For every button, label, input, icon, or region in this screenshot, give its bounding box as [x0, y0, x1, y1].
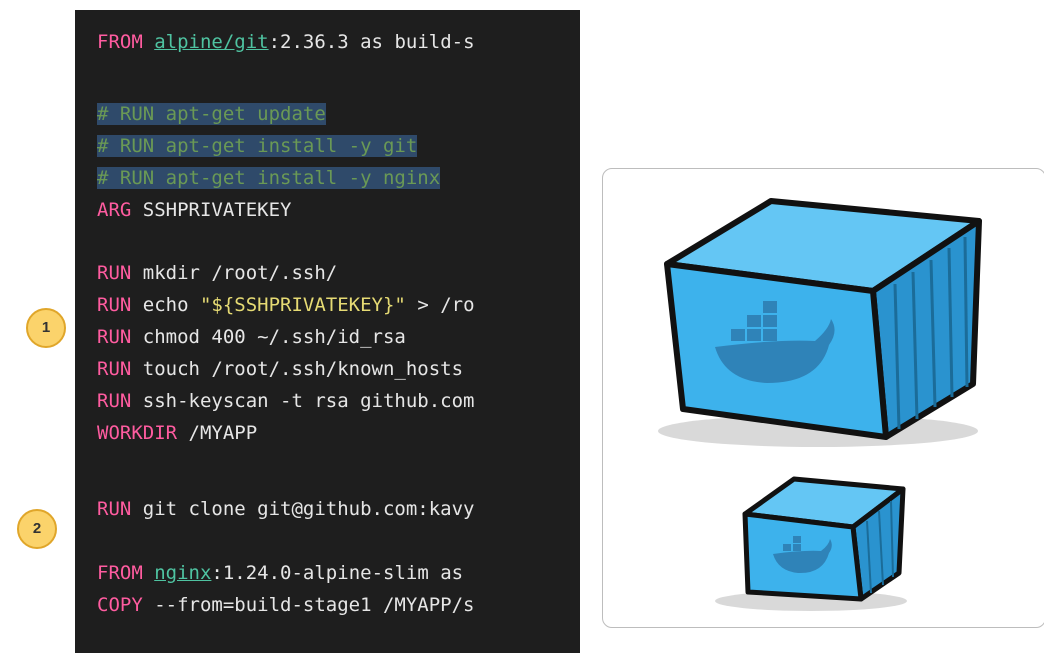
step-badge-2: 2 [17, 509, 57, 549]
code-token: RUN [97, 294, 132, 316]
code-token: FROM [97, 562, 143, 584]
code-line: FROM alpine/git:2.36.3 as build-s [97, 27, 475, 57]
code-token: /MYAPP [177, 422, 258, 444]
code-line: RUN chmod 400 ~/.ssh/id_rsa [97, 322, 406, 352]
code-line: RUN git clone git@github.com:kavy [97, 494, 475, 524]
code-token: RUN [97, 262, 132, 284]
code-line: # RUN apt-get install -y nginx [97, 163, 441, 193]
code-token: "${SSHPRIVATEKEY}" [199, 294, 406, 316]
code-token: SSHPRIVATEKEY [131, 199, 292, 221]
code-token: mkdir /root/.ssh/ [131, 262, 338, 284]
code-token: :2.36.3 as build-s [268, 31, 475, 53]
code-token: FROM [97, 31, 143, 53]
code-token: RUN [97, 498, 132, 520]
code-token: ssh-keyscan -t rsa github.com [131, 390, 475, 412]
code-token: alpine/git [154, 31, 269, 53]
code-line: # RUN apt-get install -y git [97, 131, 418, 161]
code-token: nginx [154, 562, 212, 584]
code-token: RUN [97, 390, 132, 412]
code-token: :1.24.0-alpine-slim as [211, 562, 464, 584]
code-token: --from=build-stage1 /MYAPP/s [142, 594, 475, 616]
code-token: # RUN apt-get update [97, 103, 326, 125]
code-line: WORKDIR /MYAPP [97, 418, 257, 448]
code-token: COPY [97, 594, 143, 616]
code-token: git clone git@github.com:kavy [131, 498, 475, 520]
code-token: touch /root/.ssh/known_hosts [131, 358, 464, 380]
code-line: # RUN apt-get update [97, 99, 326, 129]
code-token: > /ro [405, 294, 475, 316]
dockerfile-code-panel: FROM alpine/git:2.36.3 as build-s # RUN … [75, 10, 580, 653]
code-token: chmod 400 ~/.ssh/id_rsa [131, 326, 406, 348]
code-line: ARG SSHPRIVATEKEY [97, 195, 291, 225]
code-token: RUN [97, 326, 132, 348]
docker-container-icon [658, 198, 982, 611]
code-line: RUN ssh-keyscan -t rsa github.com [97, 386, 475, 416]
code-token: # RUN apt-get install -y nginx [97, 167, 441, 189]
code-line: RUN touch /root/.ssh/known_hosts [97, 354, 463, 384]
code-token: # RUN apt-get install -y git [97, 135, 418, 157]
docker-illustration-card [602, 168, 1044, 628]
step-badge-1: 1 [26, 308, 66, 348]
code-line: FROM nginx:1.24.0-alpine-slim as [97, 558, 463, 588]
code-token: RUN [97, 358, 132, 380]
code-line: COPY --from=build-stage1 /MYAPP/s [97, 590, 475, 620]
code-token: echo [131, 294, 200, 316]
code-line: RUN mkdir /root/.ssh/ [97, 258, 337, 288]
small-container-icon [742, 476, 906, 602]
code-line: RUN echo "${SSHPRIVATEKEY}" > /ro [97, 290, 475, 320]
code-token: ARG [97, 199, 132, 221]
large-container-icon [664, 198, 982, 440]
code-token: WORKDIR [97, 422, 178, 444]
